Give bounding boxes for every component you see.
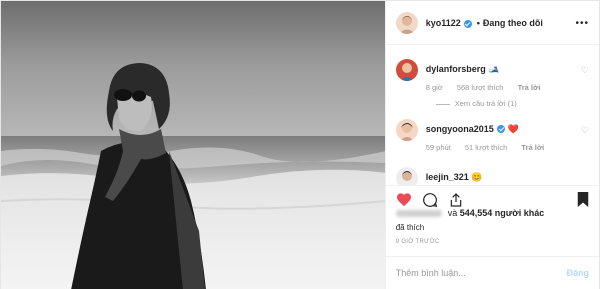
likes-suffix: đã thích [395, 223, 425, 232]
comment-avatar-image [395, 119, 418, 141]
comments-list: dylanforsberg 🎿 ♡ 8 giờ 568 lượt thích T… [386, 45, 599, 185]
bookmark-icon[interactable] [577, 191, 589, 213]
comment-meta: 59 phút 51 lượt thích Trả lời [426, 143, 557, 152]
comment-username[interactable]: songyoona2015 ❤️ [426, 124, 519, 135]
comment-likes[interactable]: 568 lượt thích [457, 83, 504, 92]
add-comment-input[interactable]: Thêm bình luận... [396, 268, 466, 278]
speech-bubble-icon [422, 193, 437, 208]
comment-avatar[interactable] [395, 59, 418, 81]
comment-item: dylanforsberg 🎿 ♡ 8 giờ 568 lượt thích T… [395, 59, 589, 113]
smile-emoji: 😊 [471, 172, 483, 182]
comment-avatar[interactable] [395, 119, 418, 141]
heart-emoji: ❤️ [507, 124, 519, 134]
post-panel: kyo1122 • Đang theo dõi ••• dylanforsber… [384, 1, 599, 289]
instagram-post: kyo1122 • Đang theo dõi ••• dylanforsber… [0, 0, 600, 289]
reply-button[interactable]: Trả lời [521, 143, 544, 152]
separator-dot: • [476, 17, 480, 28]
photo-image [1, 1, 385, 289]
comment-avatar-image [395, 167, 418, 185]
avatar[interactable] [395, 11, 418, 34]
likes-summary[interactable]: và 544,554 người khác [395, 208, 544, 218]
comment-likes[interactable]: 51 lượt thích [465, 143, 507, 152]
post-header: kyo1122 • Đang theo dõi ••• [385, 1, 599, 45]
blurred-username [395, 210, 442, 218]
post-comment-button[interactable]: Đăng [567, 268, 590, 278]
post-timestamp: 9 GIỜ TRƯỚC [395, 239, 440, 245]
verified-icon [463, 19, 472, 28]
comment-meta: 8 giờ 568 lượt thích Trả lời [426, 83, 553, 92]
reply-button[interactable]: Trả lời [518, 83, 541, 92]
comment-time: 59 phút [425, 143, 451, 152]
more-options-icon[interactable]: ••• [575, 18, 589, 29]
comment-username[interactable]: dylanforsberg 🎿 [426, 64, 500, 75]
comment-item: songyoona2015 ❤️ ♡ 59 phút 51 lượt thích… [395, 119, 589, 159]
ski-emoji: 🎿 [488, 64, 500, 74]
post-photo[interactable] [1, 1, 385, 289]
heart-filled-icon [396, 193, 411, 207]
comment-avatar[interactable] [395, 167, 418, 185]
avatar-image [395, 11, 418, 34]
likes-conjunction: và [447, 208, 458, 218]
comment-item: leejin_321 😊 [395, 167, 589, 185]
comment-like-icon[interactable]: ♡ [581, 65, 589, 76]
post-username[interactable]: kyo1122 [426, 18, 461, 28]
comment-time: 8 giờ [425, 83, 443, 92]
comment-like-icon[interactable]: ♡ [581, 125, 589, 136]
follow-status-button[interactable]: Đang theo dõi [483, 18, 543, 28]
view-replies-link[interactable]: Xem câu trả lời (1) [436, 99, 517, 108]
bookmark-filled-icon [577, 192, 589, 207]
verified-icon [497, 125, 506, 133]
comment-username[interactable]: leejin_321 😊 [426, 172, 483, 183]
likes-count[interactable]: 544,554 người khác [460, 208, 544, 218]
comment-avatar-image [395, 59, 418, 81]
add-comment-bar: Thêm bình luận... Đăng [385, 256, 599, 289]
upload-share-icon [450, 193, 461, 207]
